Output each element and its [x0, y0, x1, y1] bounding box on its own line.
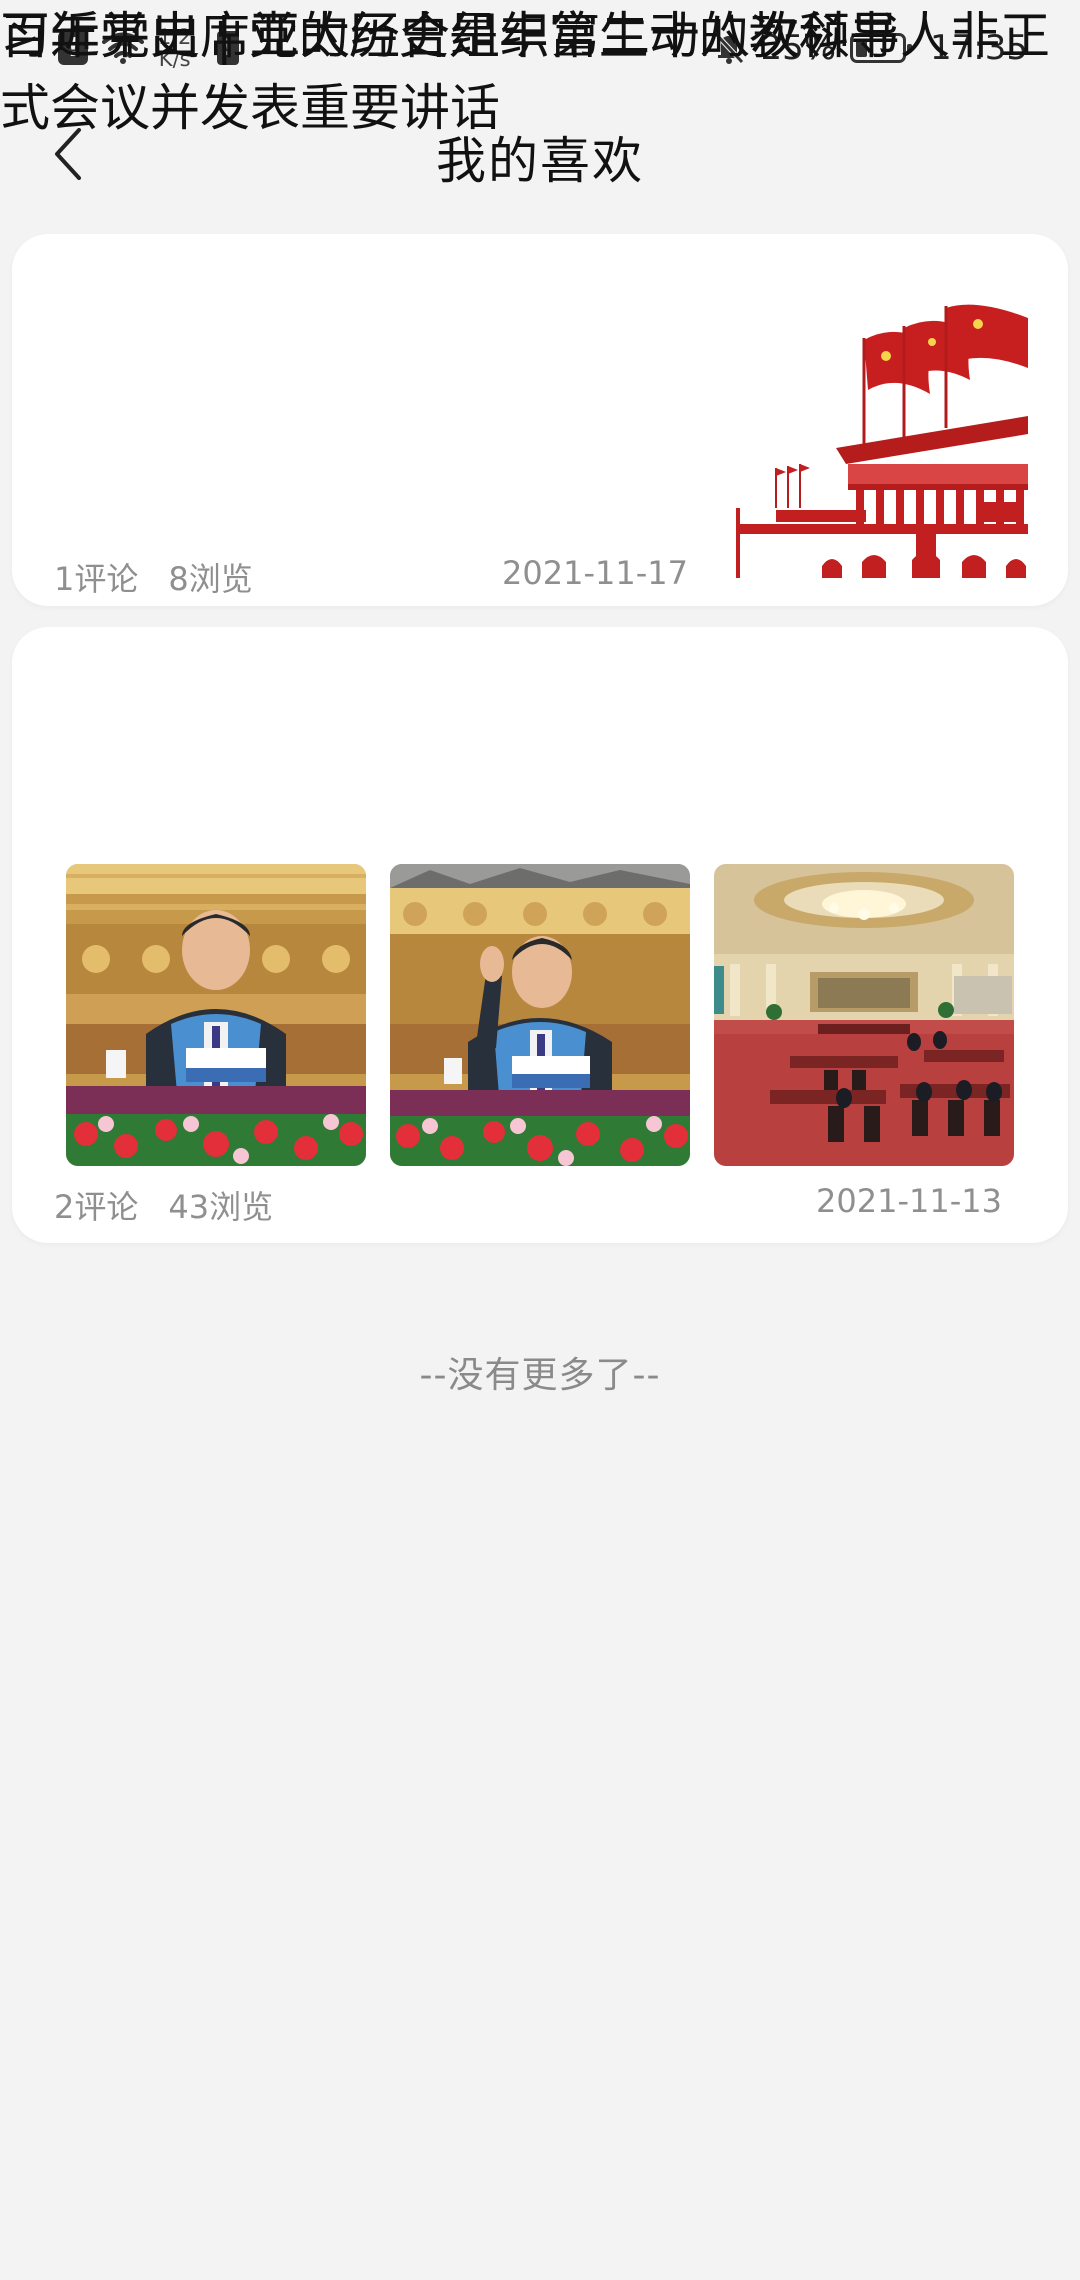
article-image-3[interactable]: [714, 864, 1014, 1166]
tiananmen-flags-image: [736, 298, 1028, 588]
meeting-photo-1: [66, 864, 366, 1166]
article-title[interactable]: 习近平出席亚太经合组织第二十八次领导人非正式会议并发表重要讲话: [0, 0, 1080, 144]
meeting-photo-2: [390, 864, 690, 1166]
comment-count: 1评论: [54, 560, 139, 598]
article-thumbnail[interactable]: [736, 298, 1028, 588]
comment-count: 2评论: [54, 1188, 139, 1226]
article-date: 2021-11-17: [502, 554, 688, 592]
view-count: 43浏览: [168, 1188, 274, 1226]
article-meta: 2评论 43浏览: [54, 1182, 273, 1228]
article-image-2[interactable]: [390, 864, 690, 1166]
article-date: 2021-11-13: [816, 1182, 1002, 1220]
article-image-1[interactable]: [66, 864, 366, 1166]
article-meta: 1评论 8浏览: [54, 554, 253, 600]
view-count: 8浏览: [168, 560, 253, 598]
no-more-indicator: --没有更多了--: [419, 1355, 661, 1396]
conference-hall-photo: [714, 864, 1014, 1166]
